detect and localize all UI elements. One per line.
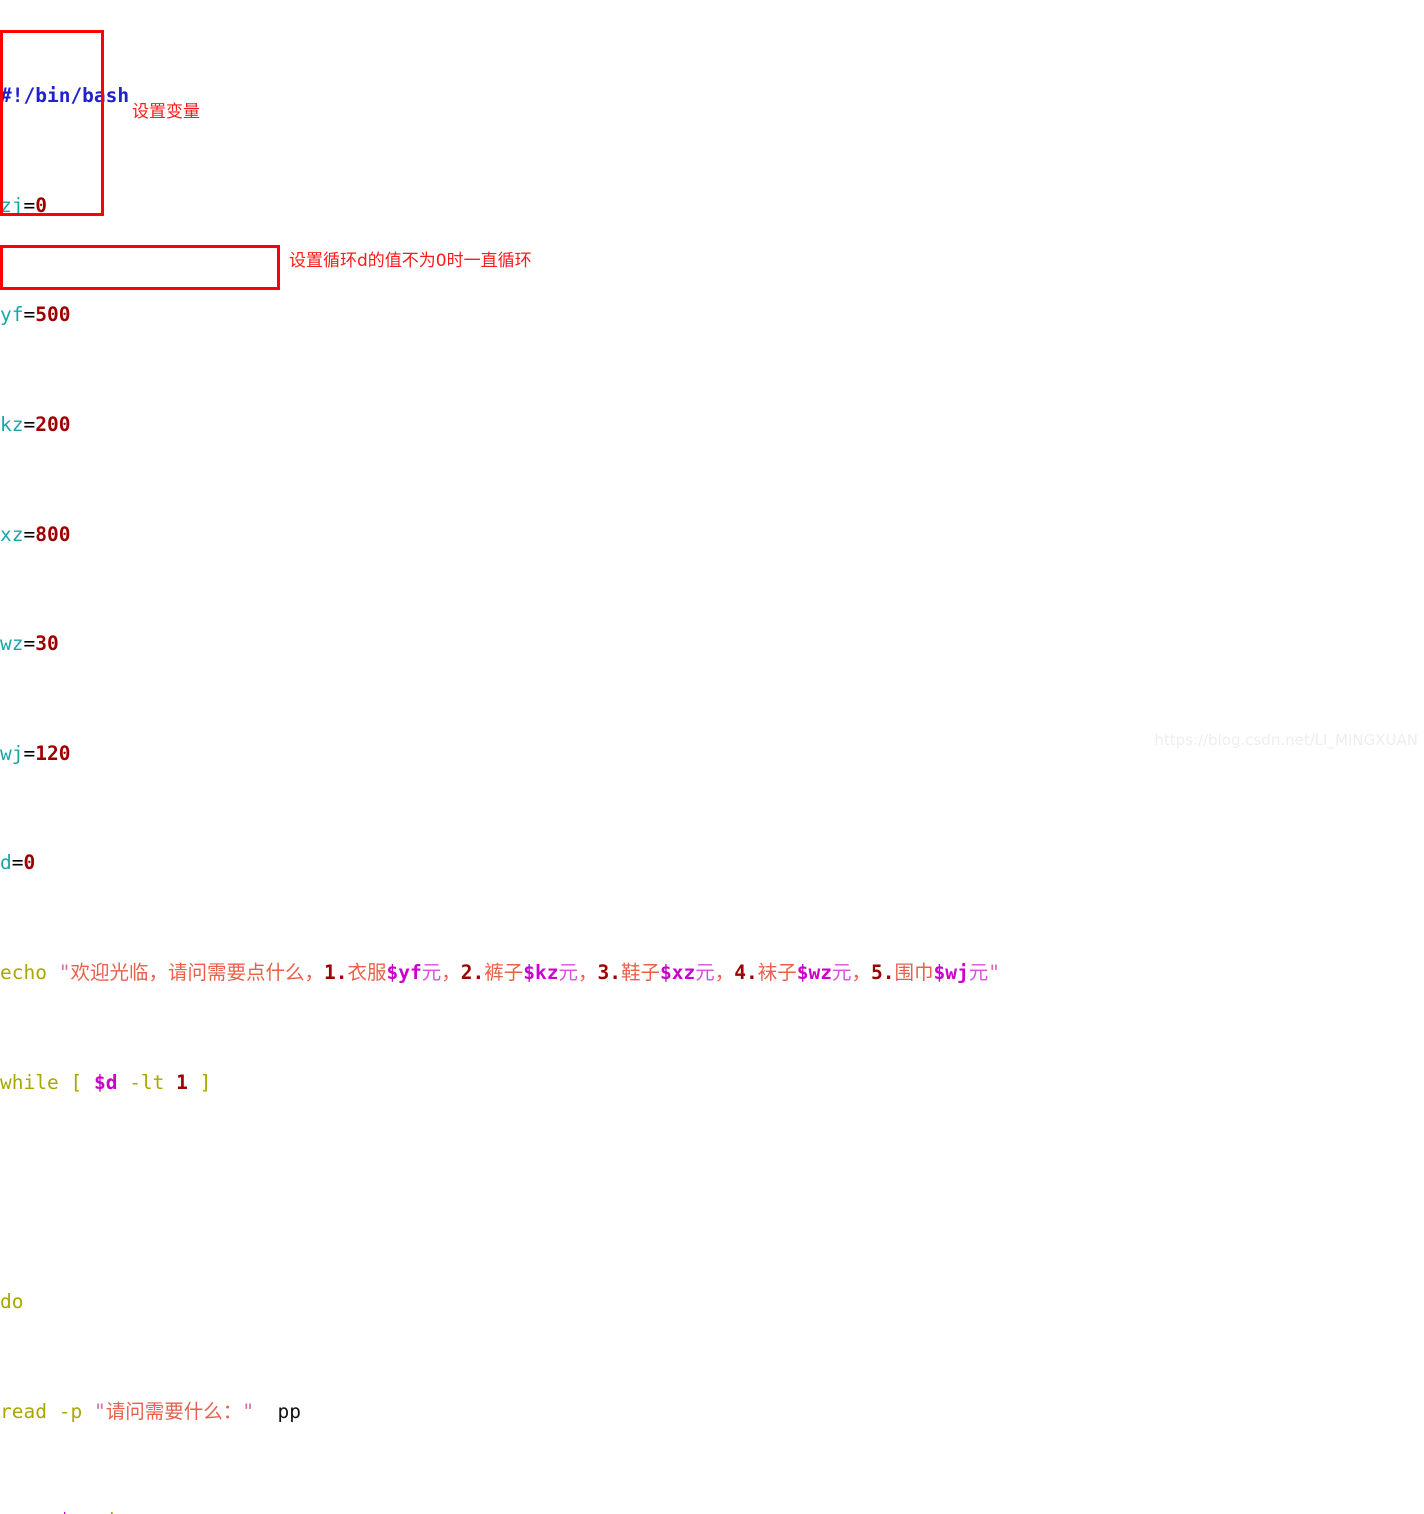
menu-price-var: $yf [386,961,422,985]
menu-unit: 元 [695,961,715,985]
menu-label: 袜子 [757,961,797,985]
code-line-read: read -p "请问需要什么：" pp [0,1398,1424,1425]
variable-value: 0 [35,193,47,217]
variable-name: xz [0,522,24,546]
do-keyword: do [0,1289,24,1313]
code-line: xz=800 [0,521,1424,548]
read-keyword: read [0,1399,47,1423]
case-subject-var: $pp [59,1509,94,1514]
menu-index: 3. [597,961,621,985]
close-quote: " [242,1399,254,1423]
code-line-case: case $pp in [0,1507,1424,1514]
annotation-label-while: 设置循环d的值不为0时一直循环 [289,251,532,271]
menu-unit: 元 [968,961,989,985]
menu-index: 5. [871,961,895,985]
code-line-do: do [0,1288,1424,1315]
menu-index: 4. [734,961,758,985]
lt-operator: -lt [129,1070,165,1094]
variable-name: wj [0,741,24,765]
code-line: d=0 [0,849,1424,876]
loop-var: $d [93,1070,118,1094]
code-line: zj=0 [0,192,1424,219]
assign-operator: = [23,413,36,437]
menu-price-var: $kz [523,961,559,985]
code-line: wz=30 [0,630,1424,657]
menu-label: 鞋子 [621,961,661,985]
annotation-label-variables: 设置变量 [132,102,200,122]
variable-name: yf [0,303,24,327]
close-quote: " [988,961,1001,985]
variable-name: wz [0,632,24,656]
test-open-bracket: [ [70,1070,83,1094]
open-quote: " [58,961,71,985]
variable-name: zj [0,193,24,217]
menu-greeting: 欢迎光临，请问需要点什么， [70,961,324,985]
code-line: #!/bin/bash [0,82,1424,109]
code-line-while: while [ $d -lt 1 ] [0,1069,1424,1096]
menu-label: 围巾 [894,961,934,985]
variable-value: 120 [35,741,71,765]
menu-unit: 元 [832,961,852,985]
code-line-echo-menu: echo "欢迎光临，请问需要点什么，1.衣服$yf元，2.裤子$kz元，3.鞋… [0,961,1001,985]
variable-value: 30 [35,632,59,656]
menu-unit: 元 [421,961,442,985]
case-keyword: case [0,1509,47,1514]
variable-name: d [0,851,12,875]
variable-value: 0 [23,851,36,875]
assign-operator: = [23,522,36,546]
menu-price-var: $wz [796,961,833,985]
menu-unit: 元 [558,961,578,985]
in-keyword: in [106,1509,129,1514]
variable-name: kz [0,413,24,437]
while-keyword: while [0,1070,59,1094]
read-prompt-text: 请问需要什么： [105,1399,243,1423]
assign-operator: = [11,851,24,875]
menu-index: 1. [323,961,348,985]
code-line: yf=500 [0,301,1424,328]
open-quote: " [93,1399,106,1423]
loop-limit: 1 [176,1070,188,1094]
assign-operator: = [23,193,36,217]
assign-operator: = [23,741,36,765]
echo-keyword: echo [0,961,47,985]
test-close-bracket: ] [199,1070,212,1094]
shebang-token: #!/bin/bash [0,84,130,108]
read-p-flag: -p [58,1399,83,1423]
menu-price-var: $wj [933,961,969,985]
read-target-variable: pp [277,1399,301,1423]
variable-value: 200 [35,413,71,437]
menu-label: 裤子 [484,961,524,985]
code-editor-canvas: #!/bin/bash zj=0 yf=500 kz=200 xz=800 wz… [0,0,1424,1514]
watermark-url: https://blog.csdn.net/LI_MINGXUAN [1154,731,1418,749]
assign-operator: = [23,303,36,327]
menu-index: 2. [460,961,485,985]
menu-label: 衣服 [347,961,387,985]
variable-value: 800 [35,522,71,546]
code-line: kz=200 [0,411,1424,438]
variable-value: 500 [35,303,71,327]
assign-operator: = [23,632,36,656]
menu-price-var: $xz [660,961,696,985]
